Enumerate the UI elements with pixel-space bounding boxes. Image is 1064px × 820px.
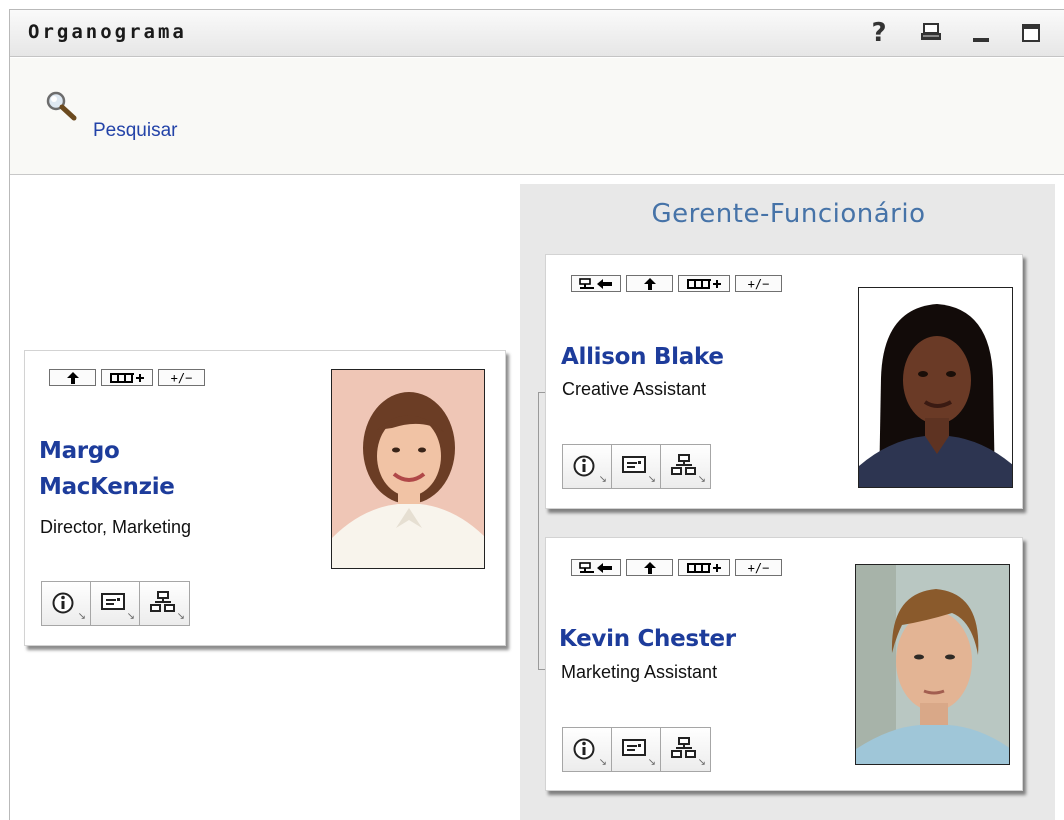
person-title: Marketing Assistant: [561, 662, 718, 682]
hierarchy-icon: [671, 737, 696, 758]
person-card-report: +/− Kevin Chester Marketing Assistant ↘ …: [545, 537, 1023, 791]
corner-arrow-icon: ↘: [647, 474, 656, 485]
info-button[interactable]: ↘: [42, 582, 91, 625]
person-photo: [331, 369, 485, 569]
corner-arrow-icon: ↘: [697, 474, 706, 485]
corner-arrow-icon: ↘: [647, 757, 656, 768]
group-title: Gerente-Funcionário: [651, 199, 926, 229]
portlet-titlebar: Organograma ?: [10, 10, 1064, 57]
up-arrow-icon: [643, 277, 656, 290]
expand-team-button[interactable]: [101, 369, 153, 386]
org-expand-icon: [110, 372, 144, 383]
org-chart-button[interactable]: ↘: [140, 582, 189, 625]
hierarchy-icon: [150, 591, 175, 612]
corner-arrow-icon: ↘: [598, 474, 607, 485]
email-card-icon: [622, 456, 646, 473]
show-manager-button[interactable]: [571, 559, 621, 576]
maximize-icon[interactable]: [1018, 19, 1044, 47]
hierarchy-icon: [671, 454, 696, 475]
go-up-button[interactable]: [626, 559, 673, 576]
minimize-icon[interactable]: [968, 19, 994, 47]
org-connector: [538, 392, 539, 670]
corner-arrow-icon: ↘: [697, 757, 706, 768]
info-icon: [52, 592, 74, 614]
person-name[interactable]: Margo MacKenzie: [39, 433, 175, 505]
person-title: Director, Marketing: [40, 517, 192, 537]
corner-arrow-icon: ↘: [77, 611, 86, 622]
org-chart-button[interactable]: ↘: [661, 728, 710, 771]
print-icon[interactable]: [918, 19, 944, 47]
corner-arrow-icon: ↘: [126, 611, 135, 622]
info-icon: [573, 738, 595, 760]
search-bar: Pesquisar: [10, 58, 1064, 175]
corner-arrow-icon: ↘: [598, 757, 607, 768]
org-expand-icon: [687, 278, 721, 289]
email-button[interactable]: ↘: [91, 582, 140, 625]
email-card-icon: [101, 593, 125, 610]
info-button[interactable]: ↘: [563, 728, 612, 771]
help-icon[interactable]: ?: [866, 18, 892, 48]
expand-team-button[interactable]: [678, 559, 730, 576]
person-name[interactable]: Allison Blake: [561, 339, 724, 375]
magnifier-icon[interactable]: [44, 90, 86, 126]
show-manager-button[interactable]: [571, 275, 621, 292]
portlet-title: Organograma: [28, 21, 187, 43]
toggle-expand-button[interactable]: +/−: [735, 559, 782, 576]
person-name[interactable]: Kevin Chester: [559, 621, 736, 657]
org-chart-button[interactable]: ↘: [661, 445, 710, 488]
person-card-report: +/− Allison Blake Creative Assistant ↘ ↘…: [545, 254, 1023, 509]
info-button[interactable]: ↘: [563, 445, 612, 488]
corner-arrow-icon: ↘: [176, 611, 185, 622]
go-up-button[interactable]: [49, 369, 96, 386]
manager-back-icon: [579, 277, 612, 289]
manager-back-icon: [579, 561, 612, 573]
org-expand-icon: [687, 562, 721, 573]
person-photo: [858, 287, 1013, 488]
expand-team-button[interactable]: [678, 275, 730, 292]
email-button[interactable]: ↘: [612, 728, 661, 771]
up-arrow-icon: [643, 561, 656, 574]
go-up-button[interactable]: [626, 275, 673, 292]
up-arrow-icon: [66, 371, 79, 384]
person-card-root: +/− Margo MacKenzie Director, Marketing …: [24, 350, 506, 646]
toggle-expand-button[interactable]: +/−: [735, 275, 782, 292]
email-button[interactable]: ↘: [612, 445, 661, 488]
info-icon: [573, 455, 595, 477]
person-title: Creative Assistant: [562, 379, 707, 399]
search-link[interactable]: Pesquisar: [93, 120, 178, 142]
email-card-icon: [622, 739, 646, 756]
toggle-expand-button[interactable]: +/−: [158, 369, 205, 386]
person-photo: [855, 564, 1010, 765]
